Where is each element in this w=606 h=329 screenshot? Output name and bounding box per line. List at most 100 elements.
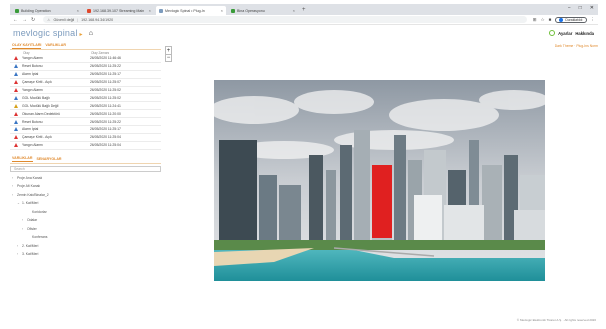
tree-item[interactable]: ⌄ 1. Kat/Meri [10, 199, 161, 208]
menu-icon[interactable]: ⋮ [591, 17, 596, 23]
tree-tabs: VARLIKLAR SENARYOLAR [10, 156, 161, 164]
browser-tab-bar: Building Operation × 192.168.39.107 Stream… [10, 4, 598, 15]
app-header: mevlogic spinal ▸ ⌂ Ayarlar Hakkında [10, 26, 598, 40]
extension-icon[interactable]: ■ [549, 17, 552, 22]
event-time: 26/05/2020 11:25:22 [90, 119, 121, 124]
event-name: GOL Modülü Bağlı [22, 95, 50, 100]
tab-scenarios[interactable]: SENARYOLAR [37, 157, 62, 162]
browser-tab[interactable]: 192.168.39.107 Streaming Main × [84, 6, 154, 15]
reload-icon[interactable]: ↻ [31, 17, 35, 23]
alarm-severity-icon [10, 72, 22, 77]
event-time: 26/05/2020 11:46:46 [90, 56, 121, 61]
zoom-out-button[interactable]: − [166, 54, 171, 61]
footer-text: © Mevlogic Elektronik Ticaret A.Ş. · All… [516, 318, 596, 322]
tree-item[interactable]: › Zemin Katı/Binalar_2 [10, 191, 161, 200]
tab-close-icon[interactable]: × [293, 8, 295, 13]
event-time: 26/05/2020 11:25:07 [90, 80, 121, 85]
alarm-severity-icon [10, 143, 22, 148]
alarm-severity-icon [10, 80, 22, 85]
favicon-icon [87, 8, 91, 13]
tree-item-label: 3. Kat/Meri [22, 252, 39, 257]
warning-triangle-icon [14, 103, 18, 108]
tree-item-label: Proje Alt Kanalı [17, 184, 41, 189]
tree-item[interactable]: › Odalar [10, 216, 161, 225]
logo-chevron-icon: ▸ [79, 32, 83, 38]
alarm-severity-icon [10, 64, 22, 69]
profile-button[interactable]: Duraklatıldı [555, 16, 587, 23]
alarm-severity-icon [10, 88, 22, 92]
table-row[interactable]: GOL Modülü Bağlı Değil 26/05/2020 11:24:4… [10, 102, 161, 111]
search-input[interactable]: Search [10, 165, 161, 172]
minimize-icon[interactable]: − [568, 5, 571, 11]
event-name: Reset Butonu [22, 119, 43, 124]
translate-icon[interactable]: ⊞ [533, 17, 537, 23]
tab-events[interactable]: OLAY KAYITLARI [12, 43, 42, 49]
highlighted-building[interactable] [372, 165, 392, 238]
browser-tabs: Building Operation × 192.168.39.107 Stream… [12, 4, 300, 15]
tab-close-icon[interactable]: × [77, 8, 79, 13]
close-icon[interactable]: ✕ [590, 5, 594, 11]
back-icon[interactable]: ← [13, 17, 18, 23]
city-skyline-image [214, 80, 545, 281]
settings-link[interactable]: Ayarlar [558, 31, 572, 36]
tab-assets-tree[interactable]: VARLIKLAR [12, 156, 33, 163]
table-row[interactable]: Reset Butonu 26/05/2020 11:25:22 [10, 118, 161, 127]
tree-item[interactable]: › Proje Alt Kanalı [10, 182, 161, 191]
browser-tab[interactable]: Mevlogic Spinal • Plug-In × [156, 6, 226, 15]
address-bar: ← → ↻ ⚠ Güvenli değil | 192.168.94.34/19… [10, 15, 598, 25]
tab-close-icon[interactable]: × [149, 8, 151, 13]
browser-tab-label: Bina Operasyonu [237, 8, 265, 13]
app-logo[interactable]: mevlogic spinal ▸ [13, 28, 83, 38]
column-header-time[interactable]: Olay Zamanı [91, 51, 109, 55]
left-panel: OLAY KAYITLARI VARLIKLAR Olay Olay Zaman… [10, 42, 161, 321]
zoom-in-button[interactable]: + [166, 47, 171, 54]
table-row[interactable]: GOL Modülü Bağlı 26/05/2020 11:25:02 [10, 94, 161, 103]
table-row[interactable]: Yangın Alarmı 26/05/2020 11:46:46 [10, 55, 161, 63]
browser-tab[interactable]: Bina Operasyonu × [228, 6, 298, 15]
event-name: Alarm İptal [22, 127, 39, 132]
column-header-event[interactable]: Olay [23, 51, 91, 55]
forward-icon[interactable]: → [22, 17, 27, 23]
warning-triangle-icon [14, 143, 18, 148]
table-row[interactable]: Yangın Alarmı 26/05/2020 11:25:02 [10, 87, 161, 95]
tree-item[interactable]: › Ofisler [10, 225, 161, 234]
tab-close-icon[interactable]: × [221, 8, 223, 13]
event-time: 26/05/2020 11:25:17 [90, 127, 121, 132]
table-row[interactable]: Okunan Alarm Dedektörü 26/05/2020 11:20:0… [10, 110, 161, 119]
browser-tab-label: Building Operation [21, 8, 51, 13]
user-menu: Ayarlar Hakkında [549, 30, 598, 36]
3d-city-view[interactable] [214, 80, 545, 281]
table-row[interactable]: Çamaşır Kiriti - Açık 26/05/2020 11:25:07 [10, 79, 161, 87]
tree-item[interactable]: › Proje Ana Kanalı [10, 174, 161, 183]
warning-triangle-icon [14, 80, 18, 85]
favicon-icon [231, 8, 235, 13]
table-row[interactable]: Alarm İptal 26/05/2020 11:25:17 [10, 126, 161, 134]
home-icon[interactable]: ⌂ [89, 30, 93, 37]
tree-item[interactable]: › 3. Kat/Meri [10, 250, 161, 259]
avatar [559, 17, 564, 22]
new-tab-button[interactable]: + [302, 7, 306, 13]
tree-item[interactable]: Konferans [10, 233, 161, 242]
alarm-severity-icon [10, 119, 22, 124]
warning-triangle-icon [14, 111, 18, 116]
table-row[interactable]: Yangın Alarmı 26/05/2020 11:25:04 [10, 142, 161, 150]
about-link[interactable]: Hakkında [575, 31, 594, 36]
table-row[interactable]: Alarm İptal 26/05/2020 11:25:17 [10, 71, 161, 79]
browser-tab[interactable]: Building Operation × [12, 6, 82, 15]
tree-item[interactable]: › 2. Kat/Meri [10, 242, 161, 251]
view-links[interactable]: Dark Theme · Plug-Ins Norm [555, 44, 598, 48]
tab-assets[interactable]: VARLIKLAR [45, 43, 66, 48]
tree-item-label: Koridorlar [32, 209, 47, 214]
star-icon[interactable]: ☆ [541, 17, 545, 23]
warning-triangle-icon [14, 56, 18, 61]
maximize-icon[interactable]: □ [579, 5, 582, 11]
table-row[interactable]: Reset Butonu 26/05/2020 11:25:22 [10, 63, 161, 71]
alarm-severity-icon [10, 111, 22, 116]
alarm-severity-icon [10, 135, 22, 140]
alarm-table: Yangın Alarmı 26/05/2020 11:46:46 Reset Bu… [10, 55, 161, 150]
alarm-tabs: OLAY KAYITLARI VARLIKLAR [10, 42, 161, 50]
table-row[interactable]: Çamaşır Kiriti - Açık 26/05/2020 11:25:04 [10, 134, 161, 142]
tree-item[interactable]: Koridorlar [10, 208, 161, 217]
event-name: Yangın Alarmı [22, 143, 44, 148]
url-field[interactable]: ⚠ Güvenli değil | 192.168.94.34/1920 [43, 16, 527, 23]
